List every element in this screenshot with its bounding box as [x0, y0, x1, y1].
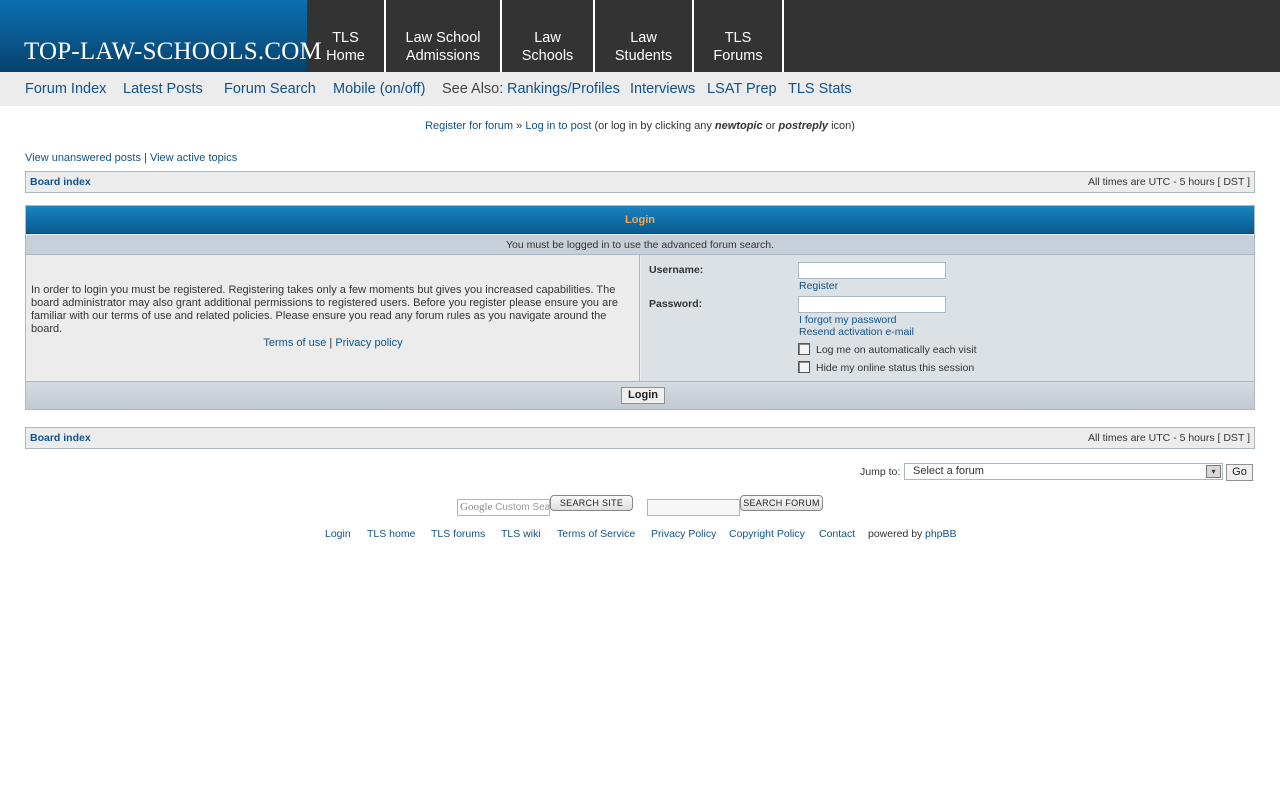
tab-law-schools[interactable]: Law Schools	[502, 0, 595, 72]
breadcrumb-top: Board index All times are UTC - 5 hours …	[25, 171, 1255, 193]
notice-text: (or log in by clicking any	[594, 120, 712, 132]
username-label: Username:	[649, 264, 704, 276]
tab-label: TLS Home	[326, 30, 365, 64]
tab-label: Law Schools	[521, 30, 574, 64]
nav-interviews[interactable]: Interviews	[630, 72, 695, 106]
login-panel-footer: Login	[26, 381, 1254, 409]
login-panel-title: Login	[26, 206, 1254, 234]
timezone-text: All times are UTC - 5 hours [ DST ]	[1087, 176, 1250, 188]
search-forum-button[interactable]: SEARCH FORUM	[740, 495, 823, 511]
terms-of-use-link[interactable]: Terms of use	[263, 337, 326, 349]
nav-forum-search[interactable]: Forum Search	[224, 72, 316, 106]
nav-forum-index[interactable]: Forum Index	[25, 72, 106, 106]
login-form: Username: Register Password: I forgot my…	[641, 255, 1254, 381]
policy-separator: |	[329, 337, 333, 349]
google-brand: Google	[460, 501, 493, 513]
policy-links: Terms of use | Privacy policy	[26, 337, 640, 350]
tab-law-school-admissions[interactable]: Law School Admissions	[386, 0, 502, 72]
powered-by-text: powered by	[868, 528, 923, 540]
hide-online-checkbox[interactable]	[798, 361, 810, 373]
quicklinks-separator: |	[144, 152, 147, 164]
login-panel: Login You must be logged in to use the a…	[25, 205, 1255, 410]
footer-login-link[interactable]: Login	[325, 528, 351, 540]
tab-label: Law Students	[614, 30, 673, 64]
password-input[interactable]	[798, 296, 946, 313]
nav-latest-posts[interactable]: Latest Posts	[123, 72, 203, 106]
top-banner: TOP-LAW-SCHOOLS.COM TLS Home Law School …	[0, 0, 1280, 72]
nav-lsat-prep[interactable]: LSAT Prep	[707, 72, 777, 106]
privacy-policy-link[interactable]: Privacy policy	[335, 337, 402, 349]
register-link-form[interactable]: Register	[799, 280, 838, 292]
notice-text-end: icon)	[831, 120, 855, 132]
go-button[interactable]: Go	[1226, 464, 1253, 481]
chevron-down-icon[interactable]: ▾	[1206, 465, 1221, 478]
nav-rankings-profiles[interactable]: Rankings/Profiles	[507, 72, 620, 106]
google-search-placeholder: Custom Search	[495, 502, 550, 513]
tab-label: TLS Forums	[713, 30, 763, 64]
tab-tls-home[interactable]: TLS Home	[307, 0, 386, 72]
login-notice: Register for forum » Log in to post (or …	[0, 120, 1280, 132]
board-index-link-bottom[interactable]: Board index	[30, 428, 91, 448]
view-active-link[interactable]: View active topics	[150, 152, 237, 164]
autologin-label: Log me on automatically each visit	[816, 344, 977, 356]
secondary-nav: Forum Index Latest Posts Forum Search Mo…	[0, 72, 1280, 106]
notice-or: or	[765, 120, 776, 132]
tab-tls-forums[interactable]: TLS Forums	[694, 0, 784, 72]
footer-tls-home-link[interactable]: TLS home	[367, 528, 415, 540]
see-also-label: See Also:	[442, 81, 504, 97]
board-index-link[interactable]: Board index	[30, 172, 91, 192]
footer-tls-forums-link[interactable]: TLS forums	[431, 528, 485, 540]
footer-tls-wiki-link[interactable]: TLS wiki	[501, 528, 541, 540]
hide-online-label: Hide my online status this session	[816, 362, 975, 374]
register-link[interactable]: Register for forum	[425, 120, 513, 132]
logo-text: TOP-LAW-SCHOOLS.COM	[24, 38, 322, 65]
timezone-text-bottom: All times are UTC - 5 hours [ DST ]	[1087, 432, 1250, 444]
postreply-text: postreply	[778, 120, 829, 132]
login-info: In order to login you must be registered…	[26, 255, 640, 381]
quick-links: View unanswered posts | View active topi…	[25, 152, 237, 164]
footer-privacy-link[interactable]: Privacy Policy	[651, 528, 716, 540]
footer-terms-link[interactable]: Terms of Service	[557, 528, 635, 540]
nav-tls-stats[interactable]: TLS Stats	[788, 72, 852, 106]
newtopic-text: newtopic	[714, 120, 763, 132]
nav-mobile-toggle[interactable]: Mobile (on/off)	[333, 72, 425, 106]
site-logo[interactable]: TOP-LAW-SCHOOLS.COM	[0, 0, 322, 72]
google-search-input[interactable]: Google Custom Search	[457, 499, 550, 516]
tab-law-students[interactable]: Law Students	[595, 0, 694, 72]
username-input[interactable]	[798, 262, 946, 279]
forgot-password-link[interactable]: I forgot my password	[799, 314, 896, 326]
footer-copyright-link[interactable]: Copyright Policy	[729, 528, 805, 540]
search-site-button[interactable]: SEARCH SITE	[550, 495, 633, 511]
breadcrumb-bottom: Board index All times are UTC - 5 hours …	[25, 427, 1255, 449]
jump-to-label: Jump to:	[860, 466, 901, 478]
login-to-post-link[interactable]: Log in to post	[525, 120, 591, 132]
autologin-checkbox[interactable]	[798, 343, 810, 355]
login-info-text: In order to login you must be registered…	[31, 284, 618, 335]
login-panel-subtitle: You must be logged in to use the advance…	[26, 235, 1254, 255]
forum-jump-selected: Select a forum	[913, 465, 984, 477]
resend-activation-link[interactable]: Resend activation e-mail	[799, 326, 914, 338]
password-label: Password:	[649, 298, 703, 310]
notice-separator: »	[516, 120, 523, 132]
footer-contact-link[interactable]: Contact	[819, 528, 855, 540]
view-unanswered-link[interactable]: View unanswered posts	[25, 152, 141, 164]
login-button[interactable]: Login	[621, 387, 665, 404]
tab-label: Law School Admissions	[405, 30, 481, 64]
forum-jump-select[interactable]: Select a forum ▾	[904, 463, 1223, 480]
forum-search-input[interactable]	[647, 499, 740, 516]
phpbb-link[interactable]: phpBB	[925, 528, 957, 540]
